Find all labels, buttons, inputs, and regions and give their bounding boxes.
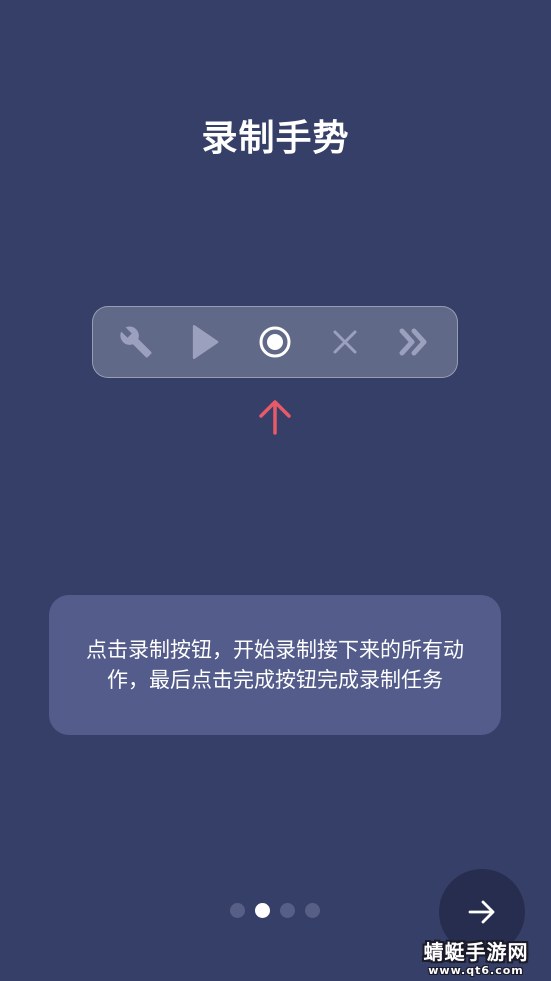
page-dot-active[interactable] [255, 903, 270, 918]
play-icon [193, 325, 219, 359]
record-button[interactable] [247, 314, 303, 370]
fast-forward-button[interactable] [386, 314, 442, 370]
page-title: 录制手势 [201, 118, 350, 159]
arrow-up-icon [259, 400, 291, 435]
record-icon [259, 326, 291, 358]
play-button[interactable] [177, 314, 233, 370]
gesture-toolbar [92, 306, 458, 378]
page-dot[interactable] [280, 903, 295, 918]
tip-text: 点击录制按钮，开始录制接下来的所有动作，最后点击完成按钮完成录制任务 [86, 638, 464, 692]
watermark-url: www.qt6.com [428, 964, 524, 977]
close-icon [333, 330, 357, 354]
page-indicator [230, 903, 320, 918]
cancel-button[interactable] [317, 314, 373, 370]
watermark-logo: 蜻蜓手游网 www.qt6.com [408, 940, 544, 978]
wrench-icon [120, 326, 152, 358]
page-dot[interactable] [230, 903, 245, 918]
tip-card: 点击录制按钮，开始录制接下来的所有动作，最后点击完成按钮完成录制任务 [49, 595, 501, 735]
page-dot[interactable] [305, 903, 320, 918]
arrow-right-icon [468, 900, 495, 924]
double-chevron-right-icon [399, 328, 427, 356]
watermark-title: 蜻蜓手游网 [423, 940, 529, 964]
settings-button[interactable] [108, 314, 164, 370]
